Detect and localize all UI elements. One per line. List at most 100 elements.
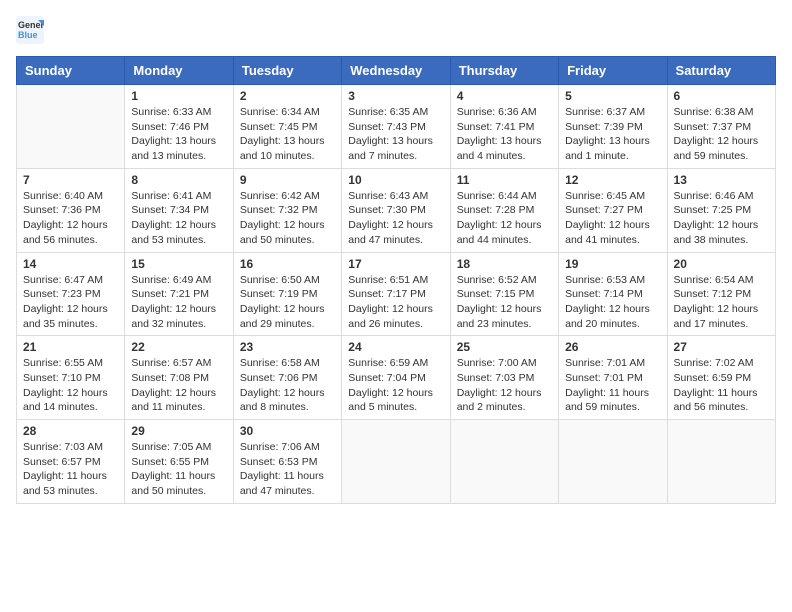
day-number: 30 [240, 424, 335, 438]
calendar-week-2: 7 Sunrise: 6:40 AM Sunset: 7:36 PM Daylig… [17, 168, 776, 252]
day-number: 18 [457, 257, 552, 271]
day-info: Sunrise: 6:59 AM Sunset: 7:04 PM Dayligh… [348, 356, 443, 415]
day-of-week-saturday: Saturday [667, 57, 775, 85]
calendar-cell: 13Sunrise: 6:46 AM Sunset: 7:25 PM Dayli… [667, 168, 775, 252]
day-number: 17 [348, 257, 443, 271]
day-info: Sunrise: 6:53 AM Sunset: 7:14 PM Dayligh… [565, 273, 660, 332]
day-info: Sunrise: 6:40 AM Sunset: 7:36 PM Dayligh… [23, 189, 118, 248]
day-info: Sunrise: 6:36 AM Sunset: 7:41 PM Dayligh… [457, 105, 552, 164]
day-info: Sunrise: 6:52 AM Sunset: 7:15 PM Dayligh… [457, 273, 552, 332]
day-info: Sunrise: 6:44 AM Sunset: 7:28 PM Dayligh… [457, 189, 552, 248]
calendar-cell [667, 420, 775, 504]
day-number: 3 [348, 89, 443, 103]
day-info: Sunrise: 6:46 AM Sunset: 7:25 PM Dayligh… [674, 189, 769, 248]
day-number: 28 [23, 424, 118, 438]
calendar-cell: 15 Sunrise: 6:49 AM Sunset: 7:21 PM Dayli… [125, 252, 233, 336]
calendar-cell: 20 Sunrise: 6:54 AM Sunset: 7:12 PM Dayli… [667, 252, 775, 336]
day-info: Sunrise: 6:58 AM Sunset: 7:06 PM Dayligh… [240, 356, 335, 415]
day-of-week-tuesday: Tuesday [233, 57, 341, 85]
day-number: 7 [23, 173, 118, 187]
calendar-week-5: 28 Sunrise: 7:03 AM Sunset: 6:57 PM Dayli… [17, 420, 776, 504]
day-of-week-wednesday: Wednesday [342, 57, 450, 85]
calendar-cell [342, 420, 450, 504]
day-of-week-sunday: Sunday [17, 57, 125, 85]
calendar-cell: 25 Sunrise: 7:00 AM Sunset: 7:03 PM Dayli… [450, 336, 558, 420]
day-number: 25 [457, 340, 552, 354]
calendar-cell: 18 Sunrise: 6:52 AM Sunset: 7:15 PM Dayli… [450, 252, 558, 336]
day-info: Sunrise: 7:03 AM Sunset: 6:57 PM Dayligh… [23, 440, 118, 499]
day-info: Sunrise: 6:37 AM Sunset: 7:39 PM Dayligh… [565, 105, 660, 164]
calendar-week-3: 14 Sunrise: 6:47 AM Sunset: 7:23 PM Dayli… [17, 252, 776, 336]
calendar-cell: 27Sunrise: 7:02 AM Sunset: 6:59 PM Dayli… [667, 336, 775, 420]
day-number: 16 [240, 257, 335, 271]
calendar: SundayMondayTuesdayWednesdayThursdayFrid… [16, 56, 776, 504]
day-number: 4 [457, 89, 552, 103]
calendar-cell: 9Sunrise: 6:42 AM Sunset: 7:32 PM Daylig… [233, 168, 341, 252]
logo-icon: General Blue [16, 16, 44, 44]
day-info: Sunrise: 6:50 AM Sunset: 7:19 PM Dayligh… [240, 273, 335, 332]
day-number: 22 [131, 340, 226, 354]
day-number: 23 [240, 340, 335, 354]
day-number: 21 [23, 340, 118, 354]
calendar-header-row: SundayMondayTuesdayWednesdayThursdayFrid… [17, 57, 776, 85]
calendar-cell: 2 Sunrise: 6:34 AM Sunset: 7:45 PM Daylig… [233, 85, 341, 169]
day-info: Sunrise: 7:01 AM Sunset: 7:01 PM Dayligh… [565, 356, 660, 415]
day-number: 24 [348, 340, 443, 354]
day-info: Sunrise: 7:05 AM Sunset: 6:55 PM Dayligh… [131, 440, 226, 499]
day-number: 12 [565, 173, 660, 187]
calendar-cell: 17 Sunrise: 6:51 AM Sunset: 7:17 PM Dayli… [342, 252, 450, 336]
day-number: 27 [674, 340, 769, 354]
logo: General Blue [16, 16, 48, 44]
day-info: Sunrise: 6:57 AM Sunset: 7:08 PM Dayligh… [131, 356, 226, 415]
calendar-cell: 12Sunrise: 6:45 AM Sunset: 7:27 PM Dayli… [559, 168, 667, 252]
calendar-cell [559, 420, 667, 504]
day-number: 11 [457, 173, 552, 187]
day-info: Sunrise: 6:33 AM Sunset: 7:46 PM Dayligh… [131, 105, 226, 164]
day-of-week-friday: Friday [559, 57, 667, 85]
day-info: Sunrise: 6:34 AM Sunset: 7:45 PM Dayligh… [240, 105, 335, 164]
day-number: 9 [240, 173, 335, 187]
day-info: Sunrise: 6:54 AM Sunset: 7:12 PM Dayligh… [674, 273, 769, 332]
calendar-cell [17, 85, 125, 169]
calendar-cell: 6Sunrise: 6:38 AM Sunset: 7:37 PM Daylig… [667, 85, 775, 169]
calendar-cell: 30Sunrise: 7:06 AM Sunset: 6:53 PM Dayli… [233, 420, 341, 504]
calendar-cell: 3Sunrise: 6:35 AM Sunset: 7:43 PM Daylig… [342, 85, 450, 169]
day-number: 5 [565, 89, 660, 103]
svg-text:Blue: Blue [18, 30, 38, 40]
day-of-week-thursday: Thursday [450, 57, 558, 85]
day-number: 26 [565, 340, 660, 354]
calendar-cell: 5 Sunrise: 6:37 AM Sunset: 7:39 PM Daylig… [559, 85, 667, 169]
day-info: Sunrise: 7:00 AM Sunset: 7:03 PM Dayligh… [457, 356, 552, 415]
day-number: 1 [131, 89, 226, 103]
day-number: 10 [348, 173, 443, 187]
day-number: 29 [131, 424, 226, 438]
calendar-cell: 22 Sunrise: 6:57 AM Sunset: 7:08 PM Dayli… [125, 336, 233, 420]
day-info: Sunrise: 6:38 AM Sunset: 7:37 PM Dayligh… [674, 105, 769, 164]
day-info: Sunrise: 6:55 AM Sunset: 7:10 PM Dayligh… [23, 356, 118, 415]
day-info: Sunrise: 6:43 AM Sunset: 7:30 PM Dayligh… [348, 189, 443, 248]
calendar-cell: 4 Sunrise: 6:36 AM Sunset: 7:41 PM Daylig… [450, 85, 558, 169]
day-number: 2 [240, 89, 335, 103]
calendar-week-4: 21 Sunrise: 6:55 AM Sunset: 7:10 PM Dayli… [17, 336, 776, 420]
calendar-cell: 16 Sunrise: 6:50 AM Sunset: 7:19 PM Dayli… [233, 252, 341, 336]
calendar-cell: 23 Sunrise: 6:58 AM Sunset: 7:06 PM Dayli… [233, 336, 341, 420]
day-number: 15 [131, 257, 226, 271]
day-number: 19 [565, 257, 660, 271]
calendar-cell: 11 Sunrise: 6:44 AM Sunset: 7:28 PM Dayli… [450, 168, 558, 252]
calendar-cell: 26 Sunrise: 7:01 AM Sunset: 7:01 PM Dayli… [559, 336, 667, 420]
day-number: 8 [131, 173, 226, 187]
day-number: 14 [23, 257, 118, 271]
day-info: Sunrise: 6:49 AM Sunset: 7:21 PM Dayligh… [131, 273, 226, 332]
page-header: General Blue [16, 16, 776, 44]
calendar-cell: 8 Sunrise: 6:41 AM Sunset: 7:34 PM Daylig… [125, 168, 233, 252]
calendar-cell: 1 Sunrise: 6:33 AM Sunset: 7:46 PM Daylig… [125, 85, 233, 169]
day-number: 20 [674, 257, 769, 271]
calendar-cell: 19 Sunrise: 6:53 AM Sunset: 7:14 PM Dayli… [559, 252, 667, 336]
day-info: Sunrise: 6:41 AM Sunset: 7:34 PM Dayligh… [131, 189, 226, 248]
day-info: Sunrise: 6:47 AM Sunset: 7:23 PM Dayligh… [23, 273, 118, 332]
calendar-cell: 14 Sunrise: 6:47 AM Sunset: 7:23 PM Dayli… [17, 252, 125, 336]
calendar-cell: 10 Sunrise: 6:43 AM Sunset: 7:30 PM Dayli… [342, 168, 450, 252]
calendar-cell: 29 Sunrise: 7:05 AM Sunset: 6:55 PM Dayli… [125, 420, 233, 504]
calendar-cell: 21 Sunrise: 6:55 AM Sunset: 7:10 PM Dayli… [17, 336, 125, 420]
day-info: Sunrise: 6:51 AM Sunset: 7:17 PM Dayligh… [348, 273, 443, 332]
